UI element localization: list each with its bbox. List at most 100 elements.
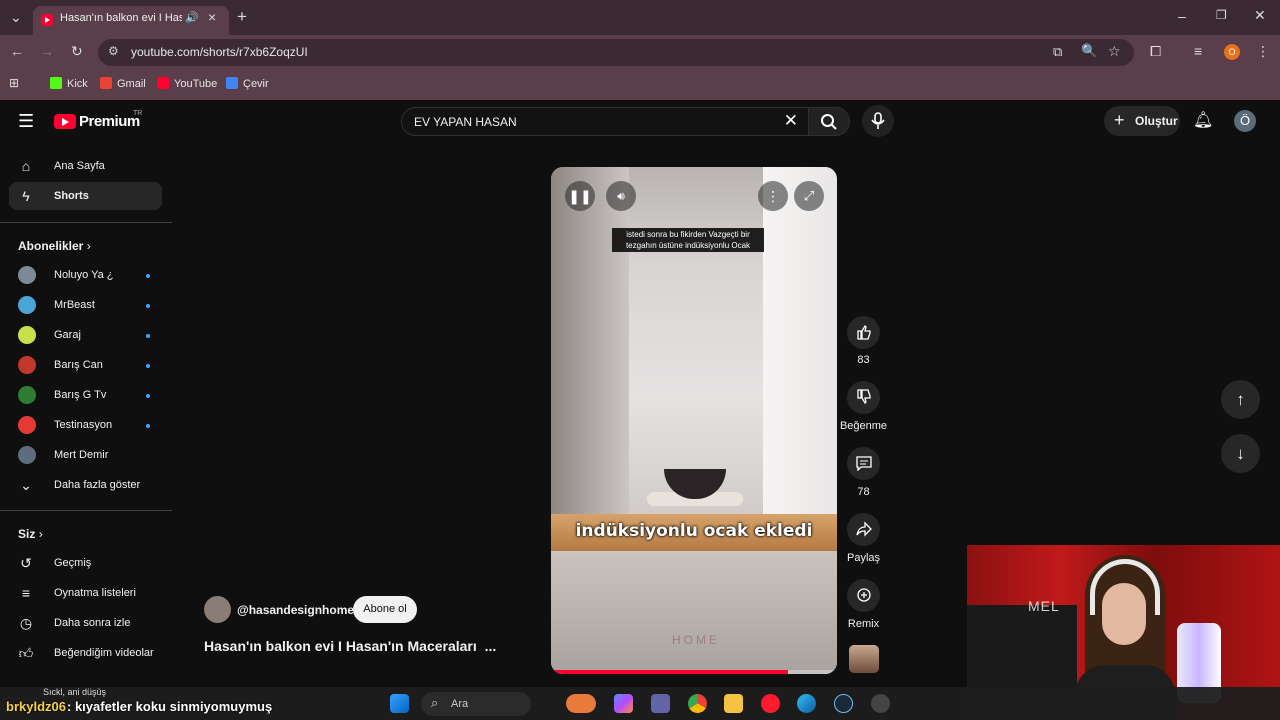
tab-audio-icon[interactable]: 🔊 [185, 11, 199, 24]
search-button[interactable] [808, 107, 850, 136]
sidebar-item-subscription[interactable]: Noluyo Ya ¿ [9, 261, 162, 289]
chevron-right-icon: › [86, 239, 91, 253]
clear-search-icon[interactable]: ✕ [784, 111, 798, 131]
minimize-button[interactable]: – [1178, 8, 1186, 24]
sidebar-item-watch-later[interactable]: ◷ Daha sonra izle [9, 609, 162, 637]
extensions-icon[interactable]: ⧠ [1150, 43, 1161, 60]
volume-icon[interactable]: 🔊︎ [606, 181, 636, 211]
forward-icon[interactable]: → [40, 43, 54, 59]
new-content-dot [146, 364, 150, 368]
teams-icon[interactable] [651, 694, 670, 713]
windows-start-icon[interactable] [390, 694, 409, 713]
sidebar-item-subscription[interactable]: Barış Can [9, 351, 162, 379]
bookmark-star-icon[interactable]: ☆ [1108, 43, 1121, 60]
webcam-sign-text: MEL [1028, 598, 1060, 614]
chrome-icon[interactable] [688, 694, 707, 713]
sidebar-item-shorts[interactable]: ϟ Shorts [9, 182, 162, 210]
new-tab-button[interactable]: + [237, 7, 247, 27]
site-info-icon[interactable]: ⚙ [108, 44, 119, 58]
share-button[interactable] [847, 513, 880, 546]
chat-message: : kıyafetler koku sinmiyomuymuş [67, 699, 273, 714]
taskbar-search[interactable]: ⌕ Ara [421, 692, 531, 716]
menu-icon[interactable]: ⋮ [1256, 43, 1270, 60]
window-close-button[interactable]: ✕ [1254, 7, 1266, 24]
like-button[interactable] [847, 316, 880, 349]
install-app-icon[interactable]: ⧉ [1053, 44, 1062, 60]
copilot-icon[interactable] [614, 694, 633, 713]
account-avatar[interactable]: Ö [1234, 110, 1256, 132]
notifications-bell-icon[interactable]: 🔔︎ [1193, 110, 1213, 130]
subscriptions-heading[interactable]: Abonelikler › [18, 239, 91, 253]
youtube-favicon-icon [41, 14, 53, 26]
remix-button[interactable] [847, 579, 880, 612]
search-icon [821, 114, 837, 130]
zoom-icon[interactable]: 🔍 [1081, 43, 1097, 59]
sidebar-item-subscription[interactable]: Barış G Tv [9, 381, 162, 409]
browser-tab-bar: ⌄ Hasan'ın balkon evi I Hasan'ın Maceral… [0, 0, 1280, 35]
sound-thumbnail[interactable] [849, 645, 879, 673]
sidebar-item-liked-videos[interactable]: 👍︎ Beğendiğim videolar [9, 639, 162, 667]
dislike-button[interactable] [847, 381, 880, 414]
bookmark-translate[interactable]: Çevir [226, 77, 269, 90]
previous-short-button[interactable]: ↑ [1221, 380, 1260, 419]
tab-list-icon[interactable]: ⌄ [10, 9, 22, 26]
youtube-logo-text[interactable]: Premium [79, 113, 140, 130]
comments-button[interactable] [847, 447, 880, 480]
bookmark-youtube[interactable]: YouTube [157, 77, 217, 90]
address-bar[interactable]: ⚙ youtube.com/shorts/r7xb6ZoqzUI ⧉ 🔍 ☆ [98, 39, 1134, 66]
video-title[interactable]: Hasan'ın balkon evi I Hasan'ın Maceralar… [204, 638, 496, 654]
bookmark-kick[interactable]: Kick [50, 77, 88, 90]
you-heading[interactable]: Siz › [18, 527, 43, 541]
shorts-video-player[interactable]: ❚❚ 🔊︎ ⋮ ⤢ istedi sonra bu fikirden Vazge… [551, 167, 837, 674]
file-explorer-icon[interactable] [724, 694, 743, 713]
tab-close-icon[interactable]: × [208, 9, 216, 25]
subscribe-button[interactable]: Abone ol [353, 596, 417, 623]
profile-avatar[interactable]: O [1224, 44, 1240, 60]
sidebar-item-home[interactable]: ⌂ Ana Sayfa [9, 152, 162, 180]
channel-name[interactable]: @hasandesignhome [237, 603, 354, 617]
sidebar: ⌂ Ana Sayfa ϟ Shorts Abonelikler › Noluy… [0, 144, 172, 690]
media-control-icon[interactable]: ≡ [1194, 43, 1202, 59]
opera-icon[interactable] [761, 694, 780, 713]
pause-button[interactable]: ❚❚ [565, 181, 595, 211]
search-box[interactable]: EV YAPAN HASAN ✕ [401, 107, 809, 136]
search-input[interactable]: EV YAPAN HASAN [414, 115, 517, 129]
steam-icon[interactable] [834, 694, 853, 713]
voice-search-button[interactable] [862, 105, 894, 137]
chat-username: brkyldz06 [6, 699, 66, 714]
create-button[interactable]: + Oluştur [1104, 106, 1180, 136]
browser-tab[interactable]: Hasan'ın balkon evi I Hasan'ın Maceralar… [33, 6, 229, 35]
edge-icon[interactable] [797, 694, 816, 713]
arrow-down-icon: ↓ [1236, 444, 1245, 463]
youtube-logo-icon[interactable] [54, 114, 76, 129]
settings-icon[interactable] [871, 694, 890, 713]
sidebar-item-subscription[interactable]: Testinasyon [9, 411, 162, 439]
video-caption-main: indüksiyonlu ocak ekledi [575, 521, 813, 541]
sidebar-item-subscription[interactable]: MrBeast [9, 291, 162, 319]
show-more-button[interactable]: ⌄ Daha fazla göster [9, 471, 162, 499]
bookmark-gmail[interactable]: Gmail [100, 77, 146, 90]
reload-icon[interactable]: ↻ [71, 43, 83, 60]
title-more[interactable]: ... [485, 638, 497, 654]
sidebar-item-subscription[interactable]: Mert Demir [9, 441, 162, 469]
video-progress-bar[interactable] [551, 670, 837, 674]
channel-avatar[interactable] [204, 596, 231, 623]
kick-icon [50, 77, 62, 89]
widgets-icon[interactable] [566, 694, 596, 713]
new-content-dot [146, 334, 150, 338]
next-short-button[interactable]: ↓ [1221, 434, 1260, 473]
like-count: 83 [857, 354, 870, 366]
back-icon[interactable]: ← [10, 43, 24, 59]
new-content-dot [146, 304, 150, 308]
microphone-icon [871, 112, 885, 129]
maximize-button[interactable]: ❐ [1216, 8, 1227, 22]
apps-grid-icon[interactable]: ⊞ [9, 76, 19, 90]
fullscreen-icon[interactable]: ⤢ [794, 181, 824, 211]
sidebar-item-playlists[interactable]: ≡ Oynatma listeleri [9, 579, 162, 607]
sidebar-item-history[interactable]: ↺ Geçmiş [9, 549, 162, 577]
liked-videos-icon: 👍︎ [18, 645, 34, 661]
home-icon: ⌂ [21, 158, 31, 174]
sidebar-item-subscription[interactable]: Garaj [9, 321, 162, 349]
hamburger-menu-icon[interactable]: ☰ [18, 111, 34, 132]
more-options-icon[interactable]: ⋮ [758, 181, 788, 211]
